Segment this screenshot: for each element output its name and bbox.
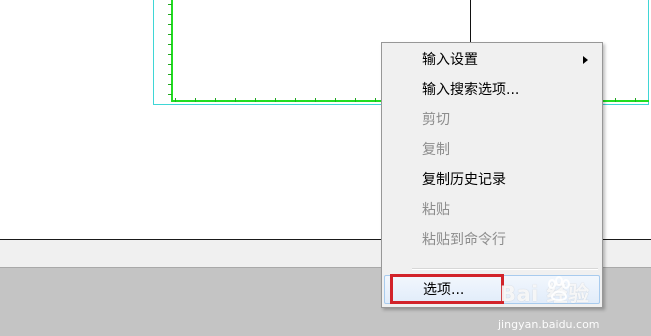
menu-separator xyxy=(412,268,598,270)
context-menu: 输入设置 输入搜索选项... 剪切 复制 复制历史记录 粘贴 粘贴到命令行 选项… xyxy=(381,42,603,308)
x-tick xyxy=(635,98,636,102)
y-tick xyxy=(168,24,172,25)
y-tick xyxy=(168,14,172,15)
y-tick xyxy=(168,54,172,55)
menu-item-copy[interactable]: 复制 xyxy=(384,136,600,165)
y-axis-line xyxy=(171,0,173,102)
x-tick xyxy=(255,98,256,102)
x-tick xyxy=(175,98,176,102)
menu-item-paste-to-command-line[interactable]: 粘贴到命令行 xyxy=(384,226,600,255)
submenu-arrow-icon xyxy=(583,56,588,64)
menu-item-input-settings[interactable]: 输入设置 xyxy=(384,46,600,75)
menu-item-label: 复制历史记录 xyxy=(422,172,506,188)
menu-item-label: 复制 xyxy=(422,142,450,158)
menu-item-label: 输入设置 xyxy=(422,52,478,68)
menu-item-label: 剪切 xyxy=(422,112,450,128)
y-tick xyxy=(168,94,172,95)
menu-item-input-search-options[interactable]: 输入搜索选项... xyxy=(384,76,600,105)
y-tick xyxy=(168,44,172,45)
menu-item-cut[interactable]: 剪切 xyxy=(384,106,600,135)
y-tick xyxy=(168,4,172,5)
x-tick xyxy=(355,98,356,102)
x-tick xyxy=(375,98,376,102)
menu-item-paste[interactable]: 粘贴 xyxy=(384,196,600,225)
annotation-highlight-box xyxy=(390,274,504,304)
x-tick xyxy=(295,98,296,102)
menu-item-label: 粘贴 xyxy=(422,202,450,218)
x-tick xyxy=(315,98,316,102)
x-tick xyxy=(335,98,336,102)
x-tick xyxy=(195,98,196,102)
baidu-paw-icon xyxy=(548,276,570,301)
x-tick xyxy=(215,98,216,102)
menu-item-label: 输入搜索选项... xyxy=(422,82,520,98)
y-tick xyxy=(168,84,172,85)
menu-item-copy-history[interactable]: 复制历史记录 xyxy=(384,166,600,195)
y-tick xyxy=(168,74,172,75)
menu-item-label: 粘贴到命令行 xyxy=(422,232,506,248)
y-tick xyxy=(168,64,172,65)
x-tick xyxy=(615,98,616,102)
x-tick xyxy=(235,98,236,102)
y-tick xyxy=(168,34,172,35)
watermark-url: jingyan.baidu.com xyxy=(498,318,600,331)
x-tick xyxy=(275,98,276,102)
